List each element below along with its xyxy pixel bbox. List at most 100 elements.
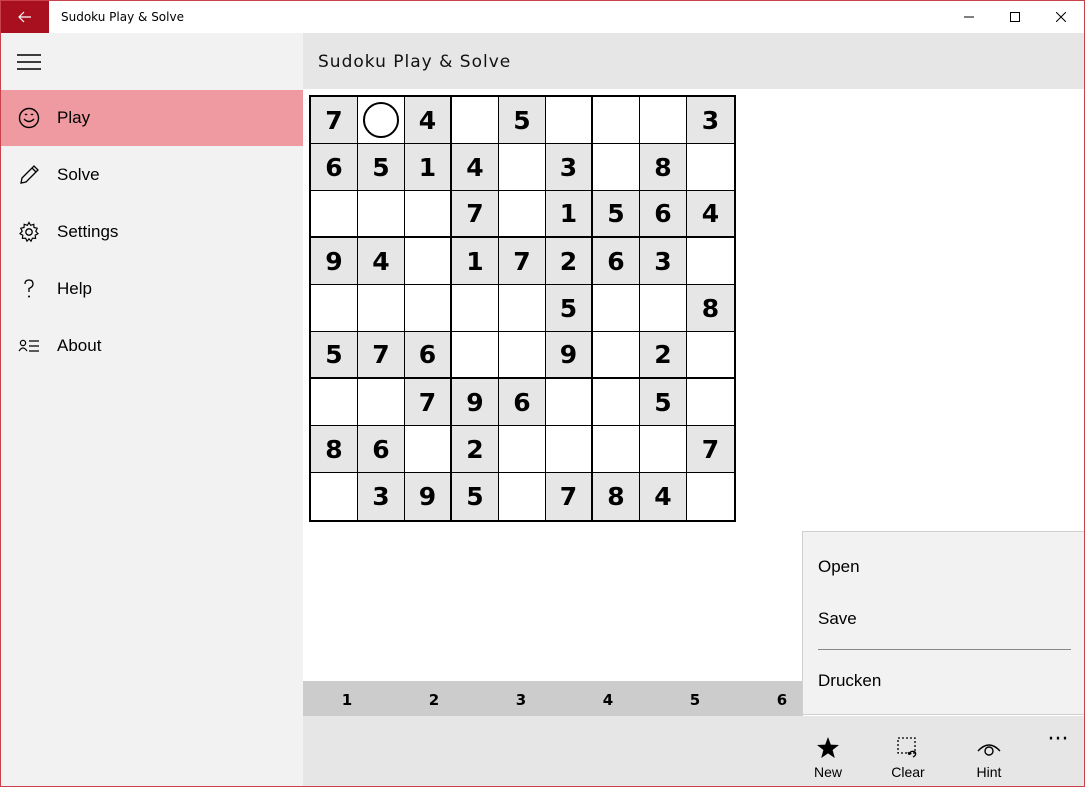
- sidebar-item-settings[interactable]: Settings: [1, 204, 303, 260]
- sudoku-cell-r7c8[interactable]: 5: [640, 379, 687, 426]
- sudoku-cell-r1c9[interactable]: 3: [687, 97, 734, 144]
- sudoku-cell-r5c3[interactable]: [405, 285, 452, 332]
- sidebar-item-play[interactable]: Play: [1, 90, 303, 146]
- hamburger-button[interactable]: [1, 33, 57, 91]
- sudoku-cell-r4c8[interactable]: 3: [640, 238, 687, 285]
- sudoku-cell-r9c7[interactable]: 8: [593, 473, 640, 520]
- sidebar-item-solve[interactable]: Solve: [1, 147, 303, 203]
- sudoku-cell-r9c6[interactable]: 7: [546, 473, 593, 520]
- sudoku-cell-r4c7[interactable]: 6: [593, 238, 640, 285]
- sudoku-cell-r5c8[interactable]: [640, 285, 687, 332]
- sudoku-cell-r2c1[interactable]: 6: [311, 144, 358, 191]
- sudoku-cell-r3c4[interactable]: 7: [452, 191, 499, 238]
- menu-item-save[interactable]: Save: [803, 597, 1084, 641]
- sudoku-cell-r6c6[interactable]: 9: [546, 332, 593, 379]
- close-button[interactable]: [1038, 1, 1084, 33]
- more-options-button[interactable]: ···: [1041, 729, 1075, 759]
- sudoku-cell-r4c9[interactable]: [687, 238, 734, 285]
- sudoku-cell-r8c8[interactable]: [640, 426, 687, 473]
- sudoku-cell-r6c4[interactable]: [452, 332, 499, 379]
- sudoku-cell-r7c4[interactable]: 9: [452, 379, 499, 426]
- back-button[interactable]: [1, 1, 49, 33]
- sudoku-cell-r6c7[interactable]: [593, 332, 640, 379]
- sudoku-cell-r4c4[interactable]: 1: [452, 238, 499, 285]
- number-button-2[interactable]: 2: [419, 681, 449, 716]
- sudoku-cell-r9c4[interactable]: 5: [452, 473, 499, 520]
- sudoku-cell-r2c7[interactable]: [593, 144, 640, 191]
- sudoku-cell-r6c5[interactable]: [499, 332, 546, 379]
- number-button-3[interactable]: 3: [506, 681, 536, 716]
- sudoku-cell-r2c5[interactable]: [499, 144, 546, 191]
- sudoku-cell-r9c3[interactable]: 9: [405, 473, 452, 520]
- sudoku-cell-r1c3[interactable]: 4: [405, 97, 452, 144]
- sudoku-cell-r2c6[interactable]: 3: [546, 144, 593, 191]
- sudoku-cell-r1c5[interactable]: 5: [499, 97, 546, 144]
- sudoku-cell-r1c8[interactable]: [640, 97, 687, 144]
- sudoku-cell-r6c3[interactable]: 6: [405, 332, 452, 379]
- sudoku-cell-r9c8[interactable]: 4: [640, 473, 687, 520]
- sudoku-cell-r4c3[interactable]: [405, 238, 452, 285]
- sudoku-cell-r5c2[interactable]: [358, 285, 405, 332]
- number-button-6[interactable]: 6: [767, 681, 797, 716]
- sudoku-cell-r2c8[interactable]: 8: [640, 144, 687, 191]
- sudoku-cell-r9c1[interactable]: [311, 473, 358, 520]
- sudoku-cell-r4c2[interactable]: 4: [358, 238, 405, 285]
- sudoku-cell-r4c6[interactable]: 2: [546, 238, 593, 285]
- minimize-button[interactable]: [946, 1, 992, 33]
- menu-item-open[interactable]: Open: [803, 545, 1084, 589]
- sudoku-cell-r7c1[interactable]: [311, 379, 358, 426]
- sudoku-cell-r1c4[interactable]: [452, 97, 499, 144]
- sudoku-cell-r5c4[interactable]: [452, 285, 499, 332]
- sudoku-cell-r3c7[interactable]: 5: [593, 191, 640, 238]
- sudoku-cell-r5c9[interactable]: 8: [687, 285, 734, 332]
- sudoku-cell-r6c2[interactable]: 7: [358, 332, 405, 379]
- hint-button[interactable]: Hint: [954, 716, 1024, 786]
- sudoku-cell-r4c5[interactable]: 7: [499, 238, 546, 285]
- number-button-5[interactable]: 5: [680, 681, 710, 716]
- sudoku-cell-r1c2[interactable]: [358, 97, 405, 144]
- sudoku-cell-r7c9[interactable]: [687, 379, 734, 426]
- sudoku-cell-r5c1[interactable]: [311, 285, 358, 332]
- sudoku-cell-r5c6[interactable]: 5: [546, 285, 593, 332]
- sudoku-cell-r7c5[interactable]: 6: [499, 379, 546, 426]
- sudoku-cell-r1c7[interactable]: [593, 97, 640, 144]
- sudoku-cell-r6c9[interactable]: [687, 332, 734, 379]
- sudoku-cell-r5c7[interactable]: [593, 285, 640, 332]
- sudoku-cell-r3c2[interactable]: [358, 191, 405, 238]
- sudoku-cell-r6c8[interactable]: 2: [640, 332, 687, 379]
- new-button[interactable]: New: [793, 716, 863, 786]
- sudoku-cell-r3c3[interactable]: [405, 191, 452, 238]
- sudoku-cell-r7c6[interactable]: [546, 379, 593, 426]
- sudoku-cell-r2c9[interactable]: [687, 144, 734, 191]
- sudoku-cell-r8c7[interactable]: [593, 426, 640, 473]
- sudoku-cell-r1c6[interactable]: [546, 97, 593, 144]
- sudoku-cell-r2c4[interactable]: 4: [452, 144, 499, 191]
- sudoku-cell-r3c1[interactable]: [311, 191, 358, 238]
- sudoku-cell-r6c1[interactable]: 5: [311, 332, 358, 379]
- sidebar-item-help[interactable]: Help: [1, 261, 303, 317]
- sudoku-cell-r8c9[interactable]: 7: [687, 426, 734, 473]
- sudoku-cell-r7c3[interactable]: 7: [405, 379, 452, 426]
- sudoku-cell-r8c2[interactable]: 6: [358, 426, 405, 473]
- number-button-1[interactable]: 1: [332, 681, 362, 716]
- sidebar-item-about[interactable]: About: [1, 318, 303, 374]
- sudoku-cell-r9c5[interactable]: [499, 473, 546, 520]
- sudoku-cell-r4c1[interactable]: 9: [311, 238, 358, 285]
- sudoku-cell-r3c6[interactable]: 1: [546, 191, 593, 238]
- sudoku-cell-r2c2[interactable]: 5: [358, 144, 405, 191]
- clear-button[interactable]: Clear: [873, 716, 943, 786]
- menu-item-print[interactable]: Drucken: [803, 659, 1084, 703]
- sudoku-cell-r9c9[interactable]: [687, 473, 734, 520]
- sudoku-cell-r2c3[interactable]: 1: [405, 144, 452, 191]
- sudoku-cell-r3c5[interactable]: [499, 191, 546, 238]
- sudoku-cell-r8c3[interactable]: [405, 426, 452, 473]
- sudoku-cell-r7c2[interactable]: [358, 379, 405, 426]
- sudoku-cell-r9c2[interactable]: 3: [358, 473, 405, 520]
- number-button-4[interactable]: 4: [593, 681, 623, 716]
- sudoku-cell-r8c1[interactable]: 8: [311, 426, 358, 473]
- maximize-button[interactable]: [992, 1, 1038, 33]
- sudoku-cell-r3c8[interactable]: 6: [640, 191, 687, 238]
- sudoku-cell-r8c4[interactable]: 2: [452, 426, 499, 473]
- sudoku-cell-r8c5[interactable]: [499, 426, 546, 473]
- sudoku-cell-r7c7[interactable]: [593, 379, 640, 426]
